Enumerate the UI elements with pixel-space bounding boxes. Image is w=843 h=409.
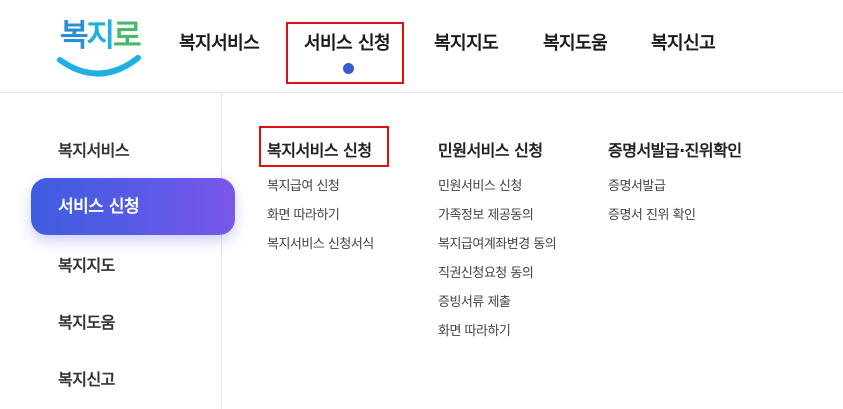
submenu-link[interactable]: 직권신청요청 동의: [438, 265, 534, 283]
submenu-link[interactable]: 복지서비스 신청서식: [267, 236, 374, 254]
column-title-certificate[interactable]: 증명서발급·진위확인: [608, 139, 742, 163]
gnb-active-highlight: [286, 22, 404, 84]
gnb-item-welfare-help[interactable]: 복지도움: [543, 30, 608, 58]
logo-smile-icon: [57, 55, 141, 77]
logo[interactable]: 복지로: [56, 14, 142, 80]
submenu-link[interactable]: 증명서발급: [608, 178, 666, 196]
submenu-link[interactable]: 화면 따라하기: [438, 323, 511, 341]
sidebar-item-welfare-service[interactable]: 복지서비스: [58, 139, 130, 163]
sidebar-item-welfare-help[interactable]: 복지도움: [58, 311, 115, 335]
submenu-link[interactable]: 증명서 진위 확인: [608, 207, 696, 225]
active-dot-indicator: [343, 63, 354, 74]
sidebar-item-welfare-report[interactable]: 복지신고: [58, 368, 115, 392]
submenu-link[interactable]: 민원서비스 신청: [438, 178, 522, 196]
gnb-item-welfare-map[interactable]: 복지지도: [434, 30, 499, 58]
sidebar: 복지서비스 서비스 신청 복지지도 복지도움 복지신고: [0, 93, 235, 409]
sidebar-item-label: 서비스 신청: [58, 197, 140, 217]
header: 복지로 복지서비스 서비스 신청 복지지도 복지도움 복지신고: [0, 0, 843, 93]
submenu-link[interactable]: 복지급여계좌변경 동의: [438, 236, 557, 254]
submenu-link[interactable]: 가족정보 제공동의: [438, 207, 534, 225]
submenu-link[interactable]: 증빙서류 제출: [438, 294, 511, 312]
sidebar-item-service-apply[interactable]: 서비스 신청: [31, 178, 235, 235]
column-title-welfare-apply[interactable]: 복지서비스 신청: [267, 139, 372, 163]
submenu-link[interactable]: 복지급여 신청: [267, 178, 340, 196]
sidebar-item-welfare-map[interactable]: 복지지도: [58, 254, 115, 278]
gnb-item-welfare-report[interactable]: 복지신고: [651, 30, 716, 58]
gnb-item-welfare-service[interactable]: 복지서비스: [179, 30, 260, 58]
column-title-civil-apply[interactable]: 민원서비스 신청: [438, 139, 543, 163]
submenu-link[interactable]: 화면 따라하기: [267, 207, 340, 225]
